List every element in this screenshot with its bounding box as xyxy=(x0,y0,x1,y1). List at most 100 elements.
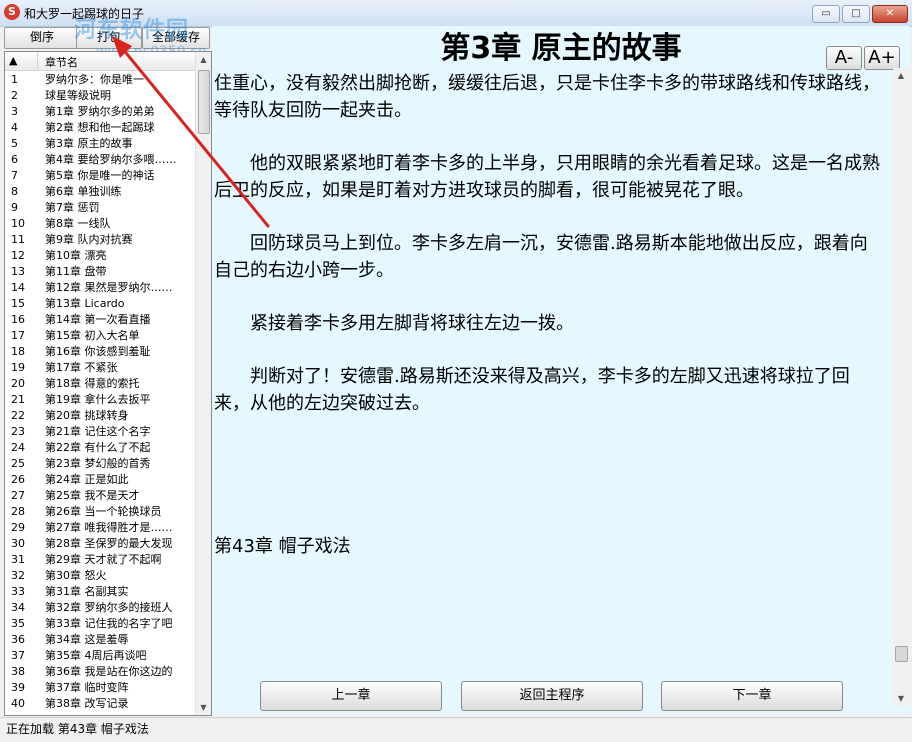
next-chapter-button[interactable]: 下一章 xyxy=(661,681,843,711)
chapter-row-name: 第33章 记住我的名字了吧 xyxy=(45,617,173,630)
chapter-row-number: 38 xyxy=(11,665,25,678)
chapter-row[interactable]: 18 第16章 你该感到羞耻 xyxy=(5,344,197,360)
chapter-row[interactable]: 23 第21章 记住这个名字 xyxy=(5,424,197,440)
chapter-content: 住重心，没有毅然出脚抢断，缓缓往后退，只是卡住李卡多的带球路线和传球路线，等待队… xyxy=(214,70,882,443)
chapter-row[interactable]: 27 第25章 我不是天才 xyxy=(5,488,197,504)
chapter-row-name: 第11章 盘带 xyxy=(45,265,107,278)
chapter-row[interactable]: 22 第20章 挑球转身 xyxy=(5,408,197,424)
chapter-row[interactable]: 13 第11章 盘带 xyxy=(5,264,197,280)
reader-scrollbar-thumb[interactable] xyxy=(895,646,908,662)
chapter-row[interactable]: 9 第7章 惩罚 xyxy=(5,200,197,216)
chapter-row-name: 第31章 名副其实 xyxy=(45,585,129,598)
chapter-row[interactable]: 2 球星等级说明 xyxy=(5,88,197,104)
chapter-row[interactable]: 3 第1章 罗纳尔多的弟弟 xyxy=(5,104,197,120)
chapter-row-number: 34 xyxy=(11,601,25,614)
chapter-row[interactable]: 37 第35章 4周后再谈吧 xyxy=(5,648,197,664)
chapter-row[interactable]: 40 第38章 改写记录 xyxy=(5,696,197,712)
prev-chapter-button[interactable]: 上一章 xyxy=(260,681,442,711)
chapter-row-name: 第23章 梦幻般的首秀 xyxy=(45,457,151,470)
chapter-row-number: 39 xyxy=(11,681,25,694)
column-header-chapter-name[interactable]: 章节名 xyxy=(45,54,78,70)
minimize-button[interactable]: ▭ xyxy=(812,5,840,23)
chapter-row[interactable]: 36 第34章 这是羞辱 xyxy=(5,632,197,648)
chapter-row-name: 第6章 单独训练 xyxy=(45,185,122,198)
chapter-row[interactable]: 34 第32章 罗纳尔多的接班人 xyxy=(5,600,197,616)
chapter-row-name: 第26章 当一个轮换球员 xyxy=(45,505,162,518)
chapter-row[interactable]: 35 第33章 记住我的名字了吧 xyxy=(5,616,197,632)
reader-scroll-down-icon[interactable]: ▼ xyxy=(893,691,909,706)
chapter-row[interactable]: 11 第9章 队内对抗赛 xyxy=(5,232,197,248)
chapter-row-number: 5 xyxy=(11,137,18,150)
chapter-row-number: 40 xyxy=(11,697,25,710)
chapter-row-name: 第20章 挑球转身 xyxy=(45,409,129,422)
chapter-row[interactable]: 16 第14章 第一次看直播 xyxy=(5,312,197,328)
chapter-row[interactable]: 12 第10章 漂亮 xyxy=(5,248,197,264)
chapter-row[interactable]: 19 第17章 不紧张 xyxy=(5,360,197,376)
chapter-row[interactable]: 28 第26章 当一个轮换球员 xyxy=(5,504,197,520)
chapter-row[interactable]: 21 第19章 拿什么去扳平 xyxy=(5,392,197,408)
chapter-row-number: 22 xyxy=(11,409,25,422)
chapter-row-name: 第21章 记住这个名字 xyxy=(45,425,151,438)
chapter-row-number: 4 xyxy=(11,121,18,134)
chapter-row-number: 24 xyxy=(11,441,25,454)
scroll-down-arrow-icon[interactable]: ▼ xyxy=(196,700,211,715)
chapter-row-name: 第27章 唯我得胜才是…… xyxy=(45,521,173,534)
chapter-row-number: 36 xyxy=(11,633,25,646)
font-increase-button[interactable]: A+ xyxy=(864,46,900,70)
content-paragraph: 紧接着李卡多用左脚背将球往左边一拨。 xyxy=(214,313,574,334)
chapter-row[interactable]: 10 第8章 一线队 xyxy=(5,216,197,232)
chapter-row[interactable]: 8 第6章 单独训练 xyxy=(5,184,197,200)
reader-scroll-up-icon[interactable]: ▲ xyxy=(893,68,909,83)
chapter-row[interactable]: 6 第4章 要给罗纳尔多喂…… xyxy=(5,152,197,168)
chapter-row-number: 9 xyxy=(11,201,18,214)
chapter-row[interactable]: 31 第29章 天才就了不起啊 xyxy=(5,552,197,568)
chapter-row[interactable]: 29 第27章 唯我得胜才是…… xyxy=(5,520,197,536)
maximize-button[interactable]: □ xyxy=(842,5,870,23)
chapter-row[interactable]: 25 第23章 梦幻般的首秀 xyxy=(5,456,197,472)
chapter-list-scrollbar[interactable]: ▲ ▼ xyxy=(195,52,211,715)
chapter-row[interactable]: 32 第30章 怒火 xyxy=(5,568,197,584)
reader-scrollbar[interactable]: ▲ ▼ xyxy=(893,68,909,706)
chapter-row[interactable]: 39 第37章 临时变阵 xyxy=(5,680,197,696)
chapter-row-number: 11 xyxy=(11,233,25,246)
chapter-row-number: 12 xyxy=(11,249,25,262)
chapter-row-number: 19 xyxy=(11,361,25,374)
chapter-row[interactable]: 5 第3章 原主的故事 xyxy=(5,136,197,152)
chapter-row-name: 第24章 正是如此 xyxy=(45,473,129,486)
chapter-row[interactable]: 15 第13章 Licardo xyxy=(5,296,197,312)
chapter-row[interactable]: 38 第36章 我是站在你这边的 xyxy=(5,664,197,680)
chapter-list[interactable]: ▲ 章节名 1 罗纳尔多：你是唯一 2 球星等级说明 3 第1章 罗纳尔多的弟弟 4 第2章 … xyxy=(4,51,212,716)
chapter-row[interactable]: 14 第12章 果然是罗纳尔…… xyxy=(5,280,197,296)
font-decrease-button[interactable]: A- xyxy=(826,46,862,70)
chapter-row[interactable]: 30 第28章 圣保罗的最大发现 xyxy=(5,536,197,552)
scroll-up-arrow-icon[interactable]: ▲ xyxy=(196,52,211,67)
scrollbar-thumb[interactable] xyxy=(198,70,210,134)
reverse-order-button[interactable]: 倒序 xyxy=(4,27,80,49)
chapter-row[interactable]: 7 第5章 你是唯一的神话 xyxy=(5,168,197,184)
chapter-row-number: 28 xyxy=(11,505,25,518)
chapter-row[interactable]: 1 罗纳尔多：你是唯一 xyxy=(5,72,197,88)
chapter-row-number: 29 xyxy=(11,521,25,534)
chapter-row-name: 第13章 Licardo xyxy=(45,297,125,310)
chapter-row-name: 第4章 要给罗纳尔多喂…… xyxy=(45,153,177,166)
chapter-row-number: 15 xyxy=(11,297,25,310)
chapter-row-name: 第38章 改写记录 xyxy=(45,697,129,710)
sort-indicator-icon[interactable]: ▲ xyxy=(9,54,17,67)
chapter-row-number: 26 xyxy=(11,473,25,486)
chapter-row-number: 23 xyxy=(11,425,25,438)
chapter-row[interactable]: 20 第18章 得意的索托 xyxy=(5,376,197,392)
chapter-row[interactable]: 26 第24章 正是如此 xyxy=(5,472,197,488)
chapter-row[interactable]: 4 第2章 想和他一起踢球 xyxy=(5,120,197,136)
chapter-title: 第3章 原主的故事 xyxy=(440,31,682,66)
chapter-row-name: 第15章 初入大名单 xyxy=(45,329,140,342)
chapter-row-name: 第22章 有什么了不起 xyxy=(45,441,151,454)
chapter-row[interactable]: 17 第15章 初入大名单 xyxy=(5,328,197,344)
chapter-row[interactable]: 33 第31章 名副其实 xyxy=(5,584,197,600)
chapter-row[interactable]: 24 第22章 有什么了不起 xyxy=(5,440,197,456)
reader-pane: 第3章 原主的故事 A- A+ 住重心，没有毅然出脚抢断，缓缓往后退，只是卡住李… xyxy=(212,26,910,714)
return-main-button[interactable]: 返回主程序 xyxy=(461,681,643,711)
chapter-row-name: 第17章 不紧张 xyxy=(45,361,118,374)
close-button[interactable]: ✕ xyxy=(872,5,908,23)
chapter-row-name: 第36章 我是站在你这边的 xyxy=(45,665,173,678)
chapter-row-name: 第10章 漂亮 xyxy=(45,249,107,262)
